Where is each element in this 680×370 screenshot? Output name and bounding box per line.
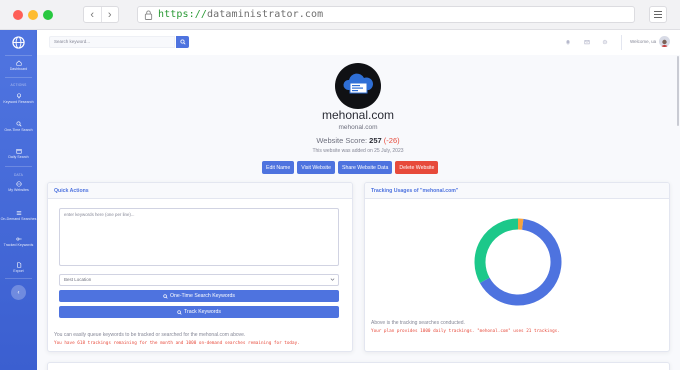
avatar[interactable] [659,36,670,47]
domain-subtitle: mehonal.com [338,124,378,131]
sidebar-item-label: Dashboard [9,67,28,71]
remaining-quota: You have 618 trackings remaining for the… [54,341,300,346]
page-scrollbar[interactable] [677,56,679,126]
page-title: mehonal.com [321,108,395,122]
browser-chrome: ‹ › https://dataministrator.com [0,0,680,30]
topbar-divider [621,35,622,50]
tracking-note: Above is the tracking searches conducted… [371,320,465,326]
sidebar-item-dashboard[interactable]: Dashboard [0,60,37,71]
minimize-window-button[interactable] [28,10,38,20]
location-selected: Best Location [64,277,92,282]
sidebar-item-label: Daily Search [8,155,29,159]
track-keywords-button[interactable]: Track Keywords [59,306,339,318]
search-icon [177,309,182,315]
url-host: dataministrator.com [206,9,324,20]
key-icon [15,237,22,241]
chevron-down-icon [330,278,335,281]
sidebar-item-tracked-keywords[interactable]: Tracked Keywords [0,236,37,247]
sidebar-item-my-websites[interactable]: My Websites [0,181,37,192]
sidebar-divider [5,77,32,78]
user-avatar-icon [661,39,668,47]
lightbulb-icon [16,93,21,99]
forward-button[interactable]: › [100,7,119,22]
donut-slice-1 [474,218,519,283]
list-icon [16,211,21,215]
sidebar-item-keyword-research[interactable]: Keyword Research [0,93,37,104]
file-icon [16,262,21,268]
keywords-textarea[interactable]: enter keywords here (one per line)... [59,208,339,266]
history-nav: ‹ › [83,6,119,23]
quick-actions-title: Quick Actions [48,183,352,199]
search-icon [163,293,168,299]
sidebar-divider [5,166,32,167]
score-value: 257 [369,136,382,145]
search-icon [179,39,186,45]
search-input[interactable]: Search keyword... [49,36,175,48]
sidebar: Dashboard ACTIONS Keyword Research One-T… [0,30,37,370]
score-label: Website Score: [316,136,368,145]
tracking-donut-chart [474,218,562,306]
close-window-button[interactable] [13,10,23,20]
sidebar-item-one-time-search[interactable]: One-Time Search [0,121,37,132]
sidebar-divider [5,55,32,56]
location-select[interactable]: Best Location [59,274,339,286]
edit-name-button[interactable]: Edit Name [262,161,295,174]
sidebar-item-daily-search[interactable]: Daily Search [0,148,37,159]
topbar: Search keyword... Welcome, ua [37,30,680,55]
website-actions: Edit Name Visit Website Share Website Da… [262,161,439,174]
delete-website-button[interactable]: Delete Website [395,161,439,174]
back-button[interactable]: ‹ [84,7,101,22]
calendar-icon [15,149,22,154]
plan-usage: Your plan provides 1000 daily trackings.… [371,329,560,334]
sidebar-toggle-button[interactable]: ‹ [11,285,26,300]
sidebar-item-label: One-Time Search [4,128,33,132]
sidebar-heading-data: DATA [13,173,24,177]
queue-note: You can easily queue keywords to be trac… [54,332,246,338]
search-button[interactable] [176,36,189,48]
gear-icon[interactable] [602,39,608,45]
track-keywords-label: Track Keywords [184,309,221,315]
lock-icon [144,10,153,20]
globe-icon[interactable] [12,36,25,49]
one-time-search-label: One-Time Search Keywords [170,293,235,299]
website-score: Website Score: 257 (-26) [280,136,436,145]
tracking-usage-card: Tracking Usages of "mehonal.com" Above i… [364,182,670,352]
browser-menu-button[interactable] [649,6,667,23]
share-website-data-button[interactable]: Share Website Data [338,161,393,174]
cloud-browser-icon [343,73,373,94]
sidebar-item-label: Keyword Research [3,100,34,104]
added-date: This website was added on 25 July, 2023 [312,148,404,154]
globe-icon [15,181,22,187]
score-change: (-26) [383,136,400,145]
sidebar-heading-actions: ACTIONS [10,83,27,87]
bottom-card [47,362,670,370]
visit-website-button[interactable]: Visit Website [297,161,336,174]
maximize-window-button[interactable] [43,10,53,20]
sidebar-item-on-demand-searches[interactable]: On-Demand Searches [0,210,37,221]
quick-actions-card: Quick Actions enter keywords here (one p… [47,182,353,352]
sidebar-item-label: On-Demand Searches [0,217,37,221]
search-icon [16,121,21,127]
sidebar-item-label: Tracked Keywords [3,243,34,247]
address-bar[interactable]: https://dataministrator.com [137,6,635,23]
envelope-icon[interactable] [584,39,590,45]
url-scheme: https:// [158,9,207,20]
sidebar-divider [5,278,32,279]
sidebar-item-label: My Websites [8,188,29,192]
one-time-search-button[interactable]: One-Time Search Keywords [59,290,339,302]
bell-icon[interactable] [565,39,571,45]
tracking-usage-title: Tracking Usages of "mehonal.com" [365,183,669,199]
welcome-text: Welcome, ua [630,39,657,44]
sidebar-item-label: Export [13,269,24,273]
url-text: https://dataministrator.com [158,9,323,20]
website-logo [335,63,381,109]
home-icon [15,60,22,66]
sidebar-item-export[interactable]: Export [0,262,37,273]
